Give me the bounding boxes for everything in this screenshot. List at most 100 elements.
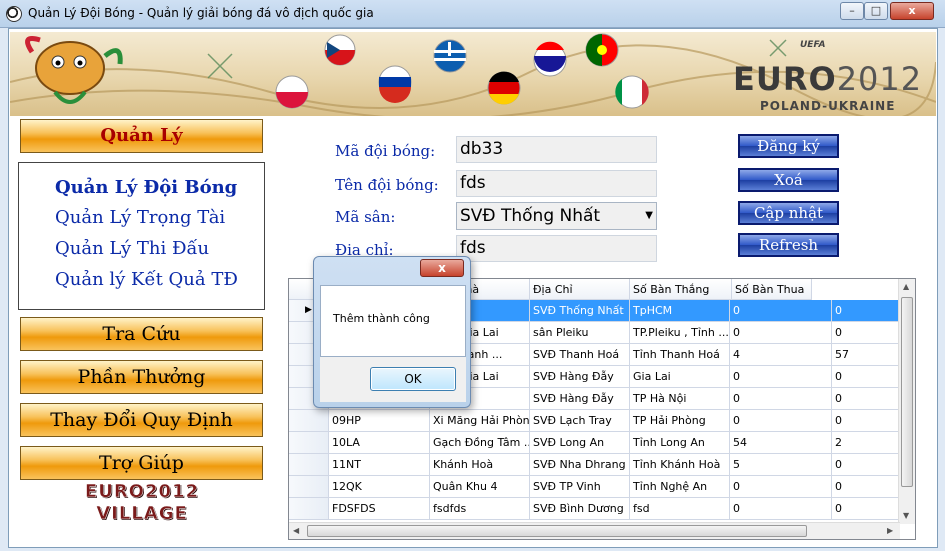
euro-logo: EURO2012 (733, 60, 922, 98)
scroll-right-icon[interactable]: ▶ (887, 526, 893, 535)
table-cell[interactable]: SVĐ Hàng Đẫy (530, 366, 630, 388)
table-cell[interactable]: 5 (730, 454, 832, 476)
column-header-so-ban-thang[interactable]: Số Bàn Thắng (630, 279, 732, 300)
row-header[interactable] (289, 454, 329, 476)
table-row[interactable]: 09HP Xi Măng Hải Phòng SVĐ Lạch Tray TP Hải… (289, 410, 912, 432)
refresh-button[interactable]: Refresh (738, 233, 839, 257)
ok-button[interactable]: OK (370, 367, 456, 391)
horizontal-scroll-thumb[interactable] (307, 525, 807, 537)
table-cell[interactable]: FDSFDS (329, 498, 430, 520)
row-header[interactable] (289, 432, 329, 454)
table-row[interactable]: FDSFDS fsdfds SVĐ Bình Dương fsd 0 0 (289, 498, 912, 520)
village-logo-line1: EURO2012 (84, 481, 200, 503)
table-cell[interactable]: 0 (730, 476, 832, 498)
table-cell[interactable]: SVĐ Thống Nhất (530, 300, 630, 322)
management-submenu: Quản Lý Đội Bóng Quản Lý Trọng Tài Quản … (18, 162, 265, 310)
maximize-button[interactable]: □ (864, 2, 888, 20)
dialog-close-button[interactable]: x (420, 259, 464, 277)
table-cell[interactable]: Khánh Hoà (430, 454, 530, 476)
submenu-quan-ly-trong-tai[interactable]: Quản Lý Trọng Tài (55, 207, 225, 228)
xoa-button[interactable]: Xoá (738, 168, 839, 192)
table-cell[interactable]: 0 (730, 410, 832, 432)
row-header[interactable] (289, 476, 329, 498)
table-cell[interactable]: SVĐ Hàng Đẫy (530, 388, 630, 410)
scroll-left-icon[interactable]: ◀ (293, 526, 299, 535)
table-cell[interactable]: 0 (730, 322, 832, 344)
ten-doi-bong-input[interactable]: fds (456, 170, 657, 197)
thay-doi-quy-dinh-button[interactable]: Thay Đổi Quy Định (20, 403, 263, 437)
table-cell[interactable]: 0 (730, 300, 832, 322)
table-cell[interactable]: 09HP (329, 410, 430, 432)
ma-san-select[interactable]: SVĐ Thống Nhất ▼ (456, 202, 657, 230)
ma-san-selected-value: SVĐ Thống Nhất (460, 206, 601, 226)
table-cell[interactable]: SVĐ TP Vinh (530, 476, 630, 498)
quan-ly-header-button[interactable]: Quản Lý (20, 119, 263, 153)
euro-logo-subtitle: POLAND-UKRAINE (760, 99, 896, 113)
cap-nhat-button[interactable]: Cập nhật (738, 201, 839, 225)
table-cell[interactable]: Gạch Đồng Tâm ... (430, 432, 530, 454)
vertical-scroll-thumb[interactable] (901, 297, 913, 487)
tra-cuu-button[interactable]: Tra Cứu (20, 317, 263, 351)
grid-horizontal-scrollbar[interactable]: ◀ ▶ (289, 522, 900, 539)
table-row[interactable]: 11NT Khánh Hoà SVĐ Nha Dhrang Tỉnh Khánh Ho… (289, 454, 912, 476)
table-cell[interactable]: Xi Măng Hải Phòng (430, 410, 530, 432)
grid-vertical-scrollbar[interactable]: ▲ ▼ (898, 279, 915, 524)
table-cell[interactable]: 10LA (329, 432, 430, 454)
table-cell[interactable]: 0 (730, 498, 832, 520)
table-cell[interactable]: 0 (730, 388, 832, 410)
table-cell[interactable]: Tỉnh Thanh Hoá (630, 344, 730, 366)
uefa-label: UEFA (800, 40, 826, 50)
table-row[interactable]: 10LA Gạch Đồng Tâm ... SVĐ Long An Tỉnh Lon… (289, 432, 912, 454)
tro-giup-button[interactable]: Trợ Giúp (20, 446, 263, 480)
table-cell[interactable]: SVĐ Thanh Hoá (530, 344, 630, 366)
table-cell[interactable]: TP.Pleiku , Tỉnh ... (630, 322, 730, 344)
flag-poland-icon (275, 75, 309, 109)
column-header-so-ban-thua[interactable]: Số Bàn Thua (732, 279, 812, 300)
column-header-dia-chi[interactable]: Địa Chỉ (530, 279, 630, 300)
close-button[interactable]: x (890, 2, 934, 20)
row-header[interactable] (289, 410, 329, 432)
flag-greece-icon (433, 39, 467, 73)
table-row[interactable]: 12QK Quân Khu 4 SVĐ TP Vinh Tỉnh Nghệ An 0 0 (289, 476, 912, 498)
table-cell[interactable]: Tỉnh Nghệ An (630, 476, 730, 498)
dropdown-arrow-icon[interactable]: ▼ (645, 203, 653, 229)
dia-chi-input[interactable]: fds (456, 235, 657, 262)
flag-russia-icon (378, 65, 412, 103)
scroll-down-icon[interactable]: ▼ (903, 511, 909, 520)
flag-germany-icon (487, 71, 521, 105)
table-cell[interactable]: Gia Lai (630, 366, 730, 388)
village-logo-line2: VILLAGE (96, 503, 188, 525)
table-cell[interactable]: SVĐ Nha Dhrang (530, 454, 630, 476)
ten-doi-bong-label: Tên đội bóng: (335, 176, 439, 194)
row-header[interactable] (289, 498, 329, 520)
phan-thuong-button[interactable]: Phần Thưởng (20, 360, 263, 394)
dang-ky-button[interactable]: Đăng ký (738, 134, 839, 158)
table-cell[interactable]: fsd (630, 498, 730, 520)
sidebar: Quản Lý Quản Lý Đội Bóng Quản Lý Trọng T… (12, 117, 274, 547)
minimize-button[interactable]: – (840, 2, 864, 20)
flag-portugal-icon (585, 33, 619, 67)
submenu-quan-ly-ket-qua[interactable]: Quản lý Kết Quả TĐ (55, 269, 238, 290)
submenu-quan-ly-doi-bong[interactable]: Quản Lý Đội Bóng (55, 177, 237, 198)
table-cell[interactable]: SVĐ Bình Dương (530, 498, 630, 520)
ma-doi-bong-input[interactable]: db33 (456, 136, 657, 163)
table-cell[interactable]: Tỉnh Khánh Hoà (630, 454, 730, 476)
table-cell[interactable]: 12QK (329, 476, 430, 498)
table-cell[interactable]: 54 (730, 432, 832, 454)
dialog-message: Thêm thành công (333, 312, 430, 325)
table-cell[interactable]: TP Hải Phòng (630, 410, 730, 432)
table-cell[interactable]: SVĐ Long An (530, 432, 630, 454)
table-cell[interactable]: fsdfds (430, 498, 530, 520)
table-cell[interactable]: TpHCM (630, 300, 730, 322)
table-cell[interactable]: sân Pleiku (530, 322, 630, 344)
scroll-up-icon[interactable]: ▲ (903, 282, 909, 291)
window-title: Quản Lý Đội Bóng - Quản lý giải bóng đá … (28, 6, 374, 20)
table-cell[interactable]: 11NT (329, 454, 430, 476)
table-cell[interactable]: 0 (730, 366, 832, 388)
table-cell[interactable]: Tỉnh Long An (630, 432, 730, 454)
table-cell[interactable]: 4 (730, 344, 832, 366)
table-cell[interactable]: Quân Khu 4 (430, 476, 530, 498)
table-cell[interactable]: TP Hà Nội (630, 388, 730, 410)
table-cell[interactable]: SVĐ Lạch Tray (530, 410, 630, 432)
submenu-quan-ly-thi-dau[interactable]: Quản Lý Thi Đấu (55, 238, 209, 259)
